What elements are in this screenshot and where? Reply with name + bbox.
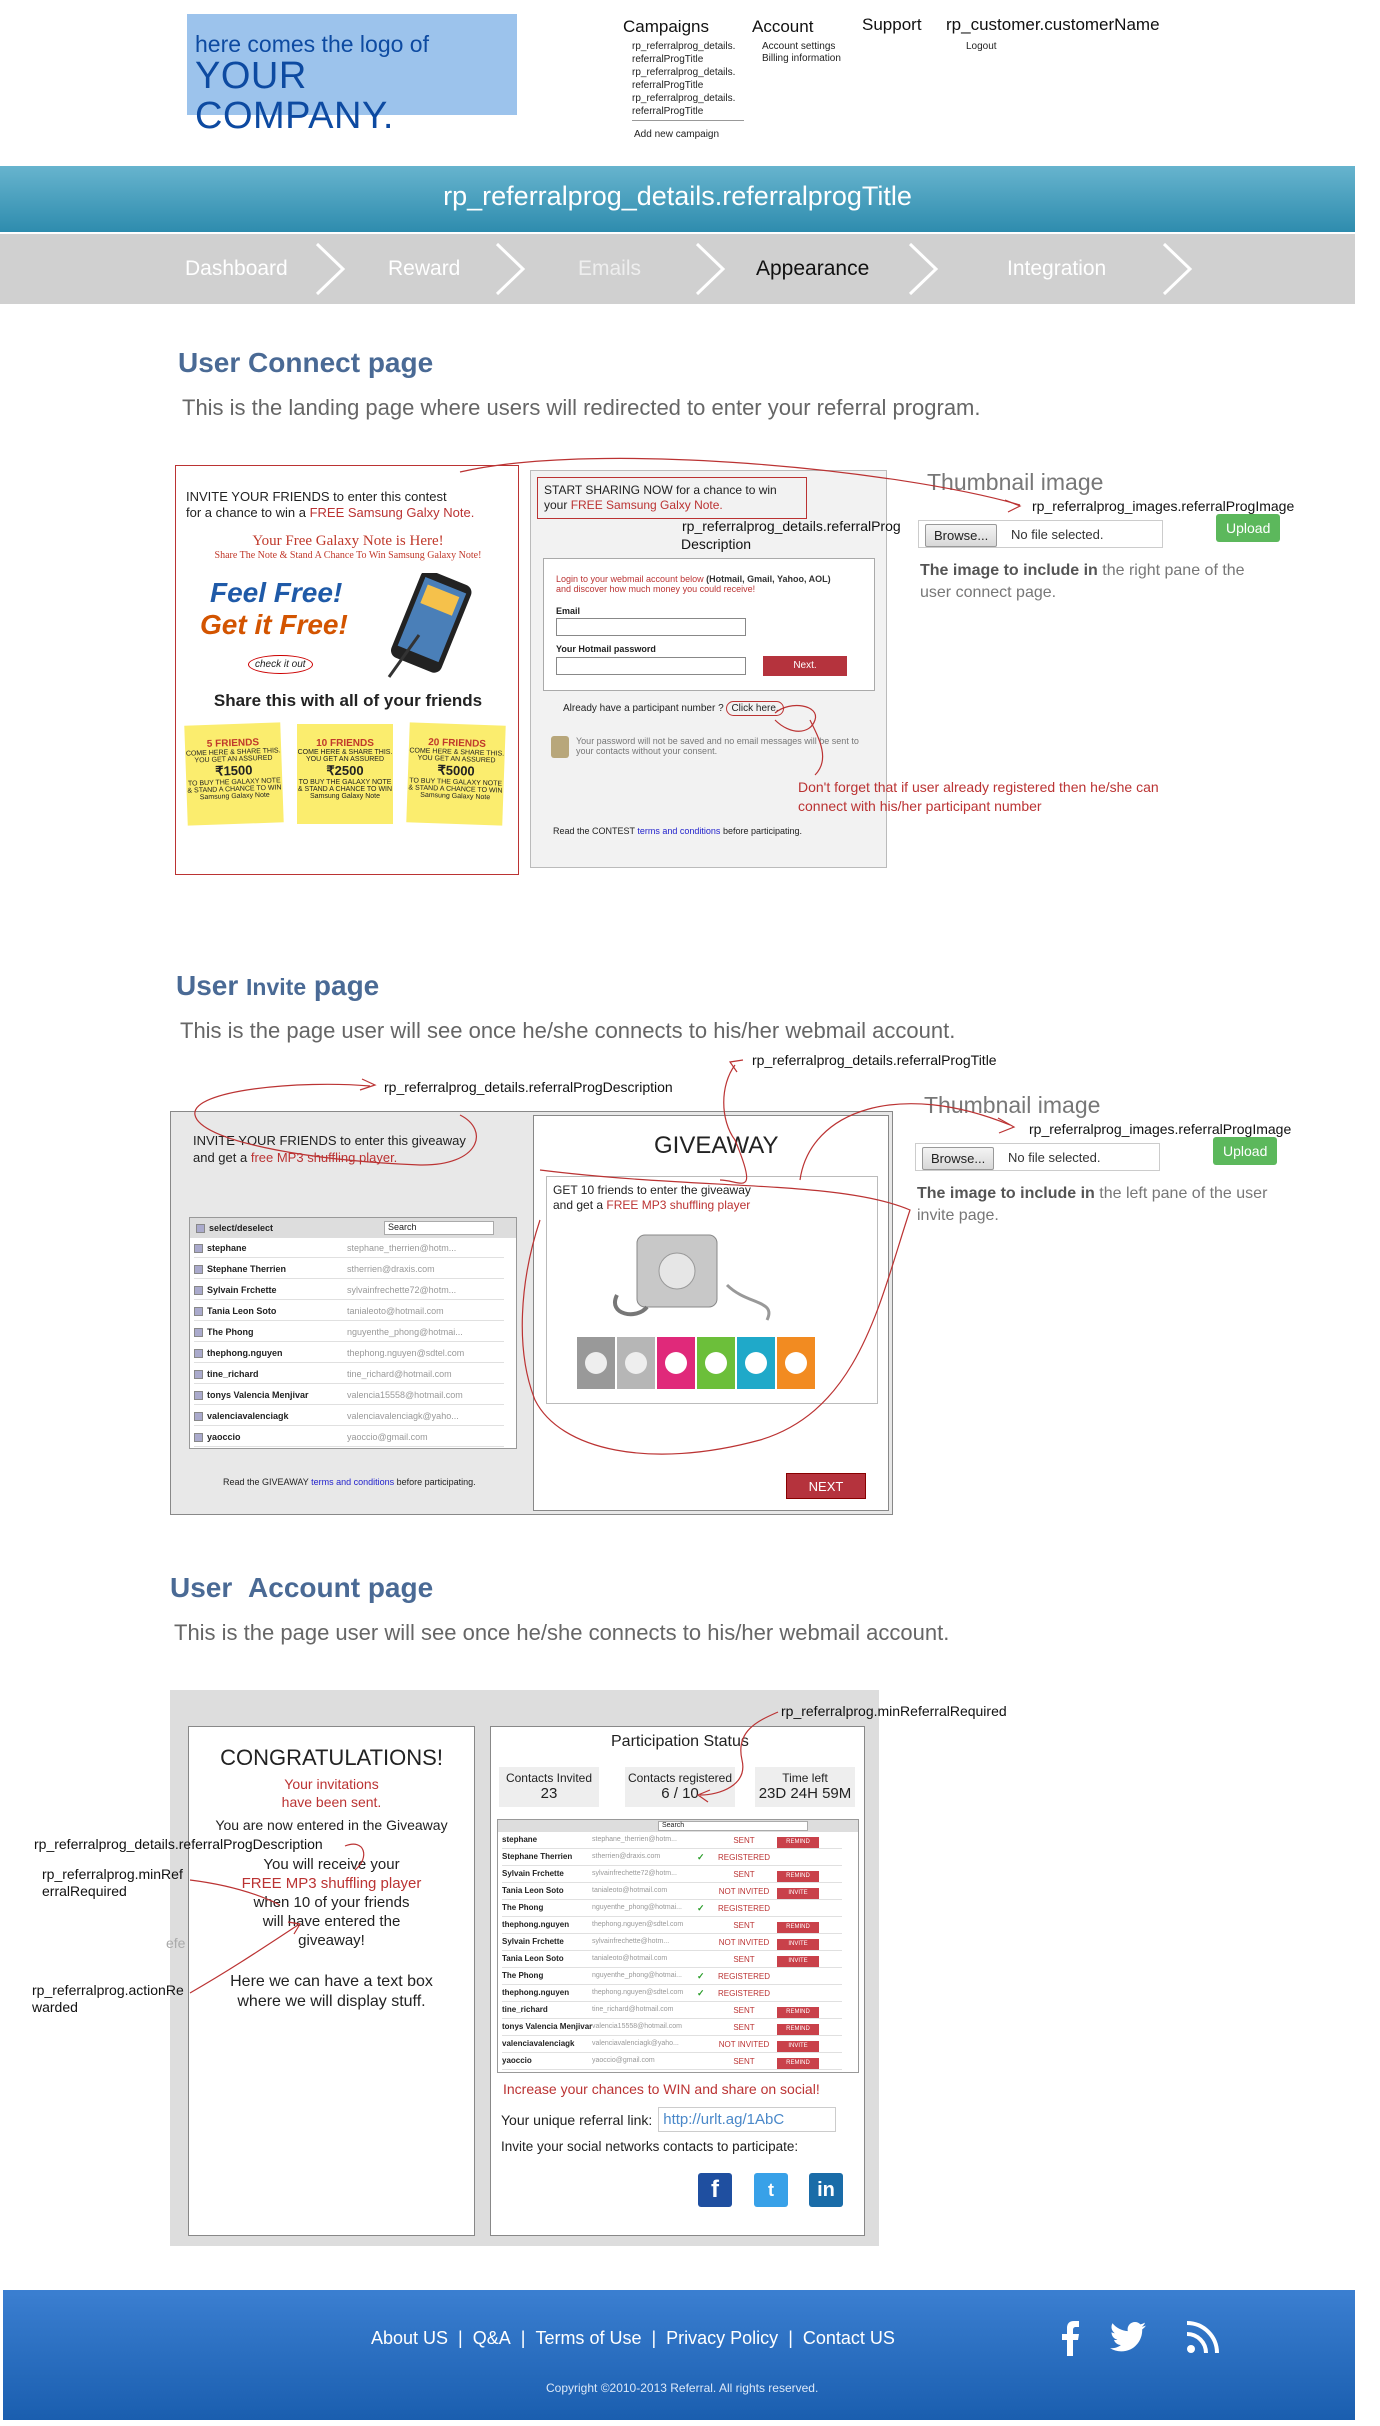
copyright: Copyright ©2010-2013 Referral. All right… — [546, 2381, 819, 2395]
invite-title-b: Invite — [246, 974, 307, 1000]
page: here comes the logo of YOUR COMPANY. Cam… — [0, 0, 1380, 2426]
invite-title-c: page — [313, 970, 380, 1001]
annotation-curves-account — [189, 1711, 779, 1994]
annotation-curves-connect — [459, 457, 1022, 776]
giveaway-terms: Read the GIVEAWAY terms and conditions b… — [223, 1477, 476, 1487]
account-description: This is the page user will see once he/s… — [174, 1620, 950, 1645]
footer-links: About US | Q&A | Terms of Use | Privacy Pol… — [371, 2328, 895, 2349]
facebook-icon[interactable]: f — [698, 2173, 732, 2207]
footer-about-link[interactable]: About US — [371, 2328, 448, 2349]
social-label: Invite your social networks contacts to … — [501, 2139, 799, 2154]
account-title: User Account page — [170, 1572, 433, 1604]
annotation-curves-invite — [194, 1059, 1016, 1455]
footer-privacy-link[interactable]: Privacy Policy — [666, 2328, 778, 2349]
contact-name: yaoccio — [502, 2056, 532, 2065]
twitter-icon[interactable] — [1110, 2322, 1146, 2352]
status-text: NOT INVITED — [718, 2040, 770, 2049]
rss-icon[interactable] — [1186, 2320, 1220, 2354]
contact-name: valenciavalenciagk — [502, 2039, 575, 2048]
invite-title-a: User — [176, 970, 239, 1001]
row-action-button[interactable]: INVITE — [777, 2041, 819, 2052]
account-title-b: Account — [248, 1572, 361, 1603]
next-button[interactable]: NEXT — [786, 1473, 866, 1499]
status-row: valenciavalenciagk valenciavalenciagk@yah… — [502, 2036, 842, 2053]
twitter-icon[interactable]: t — [754, 2173, 788, 2207]
status-text: SENT — [733, 2057, 755, 2066]
footer-contact-link[interactable]: Contact US — [803, 2328, 895, 2349]
footer-qa-link[interactable]: Q&A — [473, 2328, 511, 2349]
terms-text-2: before participating. — [396, 1477, 476, 1487]
terms-text: Read the GIVEAWAY — [223, 1477, 309, 1487]
facebook-icon[interactable] — [1058, 2320, 1082, 2356]
referral-link-label: Your unique referral link: — [501, 2111, 653, 2128]
contact-email: valenciavalenciagk@yaho... — [592, 2040, 679, 2047]
increase-chances: Increase your chances to WIN and share o… — [503, 2081, 820, 2097]
terms-link[interactable]: terms and conditions — [311, 1477, 394, 1487]
footer-terms-link[interactable]: Terms of Use — [535, 2328, 641, 2349]
account-title-c: page — [367, 1572, 434, 1603]
invite-title: User Invite page — [176, 970, 379, 1002]
referral-link-row: Your unique referral link: http://urlt.a… — [501, 2107, 837, 2132]
row-action-button[interactable]: REMIND — [777, 2058, 819, 2069]
contact-email: yaoccio@gmail.com — [592, 2057, 655, 2064]
linkedin-icon[interactable]: in — [809, 2173, 843, 2207]
status-row: yaoccio yaoccio@gmail.com SENT REMIND — [502, 2053, 842, 2070]
account-title-a: User — [170, 1572, 233, 1603]
footer: About US | Q&A | Terms of Use | Privacy Pol… — [3, 2290, 1355, 2420]
referral-link-field[interactable]: http://urlt.ag/1AbC — [658, 2107, 837, 2132]
